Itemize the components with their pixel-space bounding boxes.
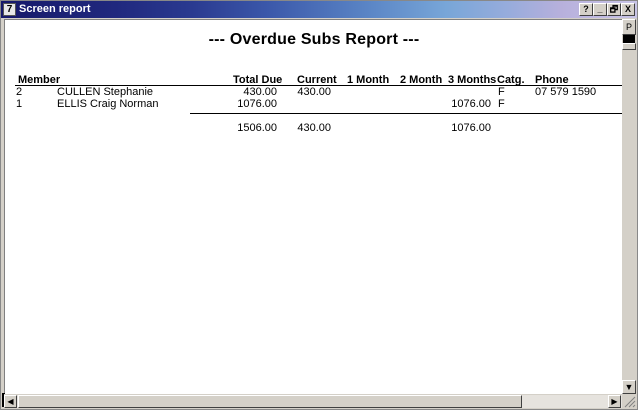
row-2-name: ELLIS Craig Norman bbox=[57, 98, 159, 110]
restore-button[interactable]: 🗗 bbox=[607, 3, 621, 16]
resize-grip-icon[interactable] bbox=[622, 394, 637, 409]
report-page: --- Overdue Subs Report --- Member Total… bbox=[4, 19, 623, 394]
vertical-scrollbar[interactable]: P ▼ bbox=[622, 19, 636, 394]
arrow-down-icon: ▼ bbox=[624, 382, 634, 392]
horizontal-scrollbar[interactable]: ◀ ▶ bbox=[4, 394, 622, 408]
close-button[interactable]: X bbox=[621, 3, 635, 16]
vertical-scroll-track[interactable] bbox=[623, 50, 635, 370]
row-2-3-months: 1076.00 bbox=[451, 98, 491, 110]
scroll-up-button[interactable] bbox=[622, 43, 636, 50]
horizontal-scroll-thumb[interactable] bbox=[18, 395, 522, 408]
help-button[interactable]: ? bbox=[579, 3, 593, 16]
totals-divider bbox=[190, 113, 623, 114]
row-1-name: CULLEN Stephanie bbox=[57, 86, 154, 98]
row-1-catg: F bbox=[498, 86, 505, 98]
row-2-id: 1 bbox=[16, 98, 23, 110]
title-bar[interactable]: 7 Screen report ? _ 🗗 X bbox=[1, 1, 637, 18]
current-sum: 430.00 bbox=[297, 122, 331, 134]
screen-report-window: 7 Screen report ? _ 🗗 X --- Overdue Subs… bbox=[0, 0, 638, 410]
row-1-current: 430.00 bbox=[297, 86, 331, 98]
report-title: --- Overdue Subs Report --- bbox=[208, 31, 420, 48]
arrow-right-icon: ▶ bbox=[611, 397, 618, 406]
row-2-total-due: 1076.00 bbox=[237, 98, 277, 110]
row-1-total-due: 430.00 bbox=[243, 86, 277, 98]
row-2-catg: F bbox=[498, 98, 505, 110]
minimize-button[interactable]: _ bbox=[593, 3, 607, 16]
window-title: Screen report bbox=[19, 3, 91, 15]
scroll-right-button[interactable]: ▶ bbox=[608, 395, 621, 408]
vertical-scroll-thumb[interactable] bbox=[623, 35, 635, 43]
app-icon[interactable]: 7 bbox=[3, 3, 16, 16]
row-1-phone: 07 579 1590 bbox=[535, 86, 597, 98]
scroll-down-button[interactable]: ▼ bbox=[622, 380, 636, 394]
arrow-left-icon: ◀ bbox=[7, 397, 14, 406]
3-months-sum: 1076.00 bbox=[451, 122, 491, 134]
total-due-sum: 1506.00 bbox=[237, 122, 277, 134]
row-1-id: 2 bbox=[16, 86, 23, 98]
scroll-left-button[interactable]: ◀ bbox=[4, 395, 17, 408]
page-button[interactable]: P bbox=[622, 19, 636, 35]
